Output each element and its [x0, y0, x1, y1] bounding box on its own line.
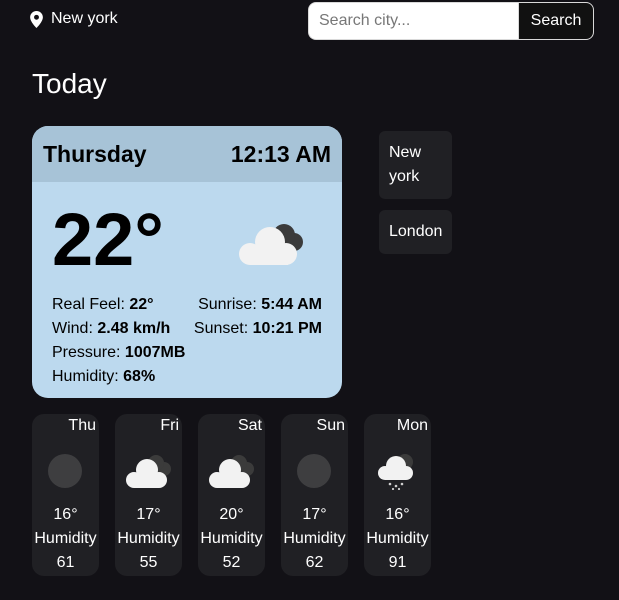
- forecast-humidity: 55: [139, 554, 158, 571]
- humidity-row: Humidity: 68%: [52, 368, 156, 385]
- current-temperature: 22°: [52, 198, 164, 281]
- current-weather-card: Thursday 12:13 AM 22° Real Feel: 22° Win…: [32, 126, 342, 398]
- card-header: Thursday 12:13 AM: [32, 126, 342, 182]
- moon-icon: [48, 454, 82, 488]
- forecast-temp: 17°: [302, 506, 327, 523]
- real-feel-row: Real Feel: 22°: [52, 296, 154, 313]
- current-details-left: Real Feel: 22° Wind: 2.48 km/h Pressure:…: [52, 293, 185, 389]
- search-button[interactable]: Search: [518, 2, 594, 40]
- real-feel-value: 22°: [129, 296, 154, 313]
- forecast-day-name: Fri: [160, 417, 179, 434]
- rain-icon: [378, 454, 413, 490]
- forecast-temp: 20°: [219, 506, 244, 523]
- forecast-day-name: Mon: [396, 417, 428, 434]
- cloudy-icon: [209, 455, 254, 488]
- forecast-temp: 16°: [53, 506, 78, 523]
- location-name: New york: [51, 10, 118, 27]
- location-pin-icon: [30, 10, 43, 28]
- current-details-right: Sunrise: 5:44 AM Sunset: 10:21 PM: [194, 293, 322, 341]
- forecast-day-card: Sat 20° Humidity 52: [198, 414, 265, 576]
- humidity-value: 68%: [123, 368, 156, 385]
- current-day: Thursday: [43, 140, 147, 167]
- forecast-humidity-label: Humidity: [283, 530, 346, 547]
- forecast-day-card: Fri 17° Humidity 55: [115, 414, 182, 576]
- forecast-day-name: Thu: [68, 417, 96, 434]
- sunset-row: Sunset: 10:21 PM: [193, 320, 322, 337]
- forecast-temp: 16°: [385, 506, 410, 523]
- cloudy-icon: [126, 455, 171, 488]
- forecast-humidity-label: Humidity: [117, 530, 180, 547]
- forecast-humidity: 61: [56, 554, 75, 571]
- sunrise-value: 5:44 AM: [261, 296, 322, 313]
- wind-row: Wind: 2.48 km/h: [52, 320, 171, 337]
- city-search-input[interactable]: [308, 2, 518, 40]
- cloudy-icon: [239, 224, 303, 265]
- city-search-form: Search: [308, 2, 594, 40]
- forecast-day-card: Mon 16° Humidity 91: [364, 414, 431, 576]
- saved-city-new-york[interactable]: New york: [379, 131, 452, 199]
- pressure-row: Pressure: 1007MB: [52, 344, 186, 361]
- forecast-day-name: Sun: [316, 417, 345, 434]
- sunrise-row: Sunrise: 5:44 AM: [198, 296, 322, 313]
- forecast-humidity-label: Humidity: [366, 530, 429, 547]
- pressure-value: 1007MB: [124, 344, 186, 361]
- current-location: New york: [30, 10, 118, 28]
- sunset-value: 10:21 PM: [252, 320, 322, 337]
- daily-forecast: Thu 16° Humidity 61 Fri 17° Humidity 55 …: [32, 414, 431, 576]
- forecast-temp: 17°: [136, 506, 161, 523]
- today-heading: Today: [32, 68, 107, 99]
- saved-cities-list: New york London: [379, 131, 452, 254]
- forecast-humidity: 91: [388, 554, 407, 571]
- forecast-humidity-label: Humidity: [200, 530, 263, 547]
- forecast-humidity: 52: [222, 554, 241, 571]
- forecast-day-name: Sat: [237, 417, 262, 434]
- forecast-day-card: Thu 16° Humidity 61: [32, 414, 99, 576]
- saved-city-london[interactable]: London: [379, 210, 452, 254]
- forecast-humidity: 62: [305, 554, 324, 571]
- current-time: 12:13 AM: [230, 140, 331, 167]
- wind-value: 2.48 km/h: [97, 320, 171, 337]
- forecast-day-card: Sun 17° Humidity 62: [281, 414, 348, 576]
- forecast-humidity-label: Humidity: [34, 530, 97, 547]
- moon-icon: [297, 454, 331, 488]
